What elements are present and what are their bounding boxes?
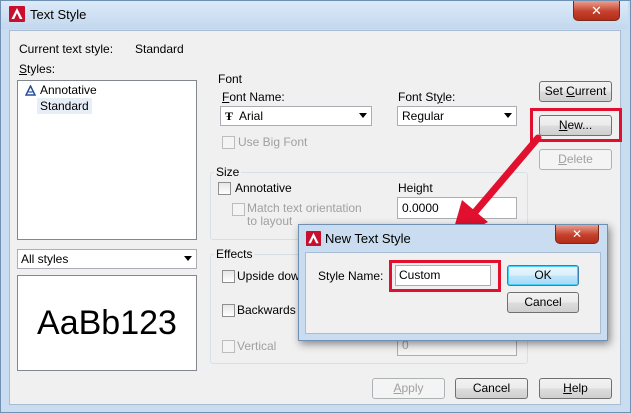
truetype-font-icon: Ŧ bbox=[225, 109, 234, 123]
chevron-down-icon bbox=[184, 256, 192, 261]
style-name-label: Style Name: bbox=[318, 269, 384, 283]
font-style-value: Regular bbox=[402, 109, 445, 123]
match-orientation-checkbox[interactable] bbox=[232, 203, 245, 216]
chevron-down-icon bbox=[359, 113, 367, 118]
window-title: Text Style bbox=[30, 7, 87, 22]
backwards-checkbox[interactable] bbox=[222, 304, 235, 317]
effects-group-title: Effects bbox=[214, 247, 255, 261]
style-preview: AaBb123 bbox=[17, 275, 197, 371]
list-item-selected[interactable]: Standard bbox=[37, 98, 92, 114]
autocad-logo-icon bbox=[306, 231, 321, 246]
help-button[interactable]: Help bbox=[539, 378, 612, 399]
font-style-dropdown[interactable]: Regular bbox=[397, 106, 517, 126]
height-label: Height bbox=[398, 181, 433, 195]
apply-button[interactable]: Apply bbox=[372, 378, 445, 399]
new-text-style-dialog: New Text Style ✕ Style Name: Custom OK C… bbox=[298, 224, 608, 341]
current-style-value: Standard bbox=[135, 42, 184, 56]
ok-button[interactable]: OK bbox=[507, 265, 579, 286]
new-style-cancel-button[interactable]: Cancel bbox=[507, 292, 579, 313]
autocad-logo-icon bbox=[9, 6, 25, 22]
new-style-close-button[interactable]: ✕ bbox=[555, 225, 599, 244]
font-name-dropdown[interactable]: Ŧ Arial bbox=[220, 106, 372, 126]
font-style-label: Font Style: bbox=[398, 90, 456, 104]
new-style-dialog-title: New Text Style bbox=[325, 231, 411, 246]
styles-filter-value: All styles bbox=[21, 252, 69, 266]
size-group-title: Size bbox=[214, 165, 242, 179]
current-style-label: Current text style: bbox=[19, 42, 114, 56]
backwards-label: Backwards bbox=[237, 303, 296, 317]
annotative-checkbox[interactable] bbox=[218, 182, 231, 195]
set-current-button[interactable]: Set Current bbox=[539, 81, 612, 102]
upside-down-label: Upside down bbox=[237, 269, 307, 283]
font-name-label: Font Name: bbox=[222, 90, 285, 104]
styles-label: Styles: bbox=[19, 62, 56, 76]
vertical-label: Vertical bbox=[237, 339, 277, 353]
style-name-input[interactable]: Custom bbox=[395, 265, 491, 286]
upside-down-checkbox[interactable] bbox=[222, 270, 235, 283]
title-bar[interactable] bbox=[1, 1, 628, 29]
font-group-title: Font bbox=[216, 72, 245, 86]
vertical-checkbox[interactable] bbox=[222, 340, 235, 353]
close-button[interactable]: ✕ bbox=[573, 1, 620, 21]
chevron-down-icon bbox=[504, 113, 512, 118]
list-item[interactable]: Annotative bbox=[40, 83, 97, 97]
styles-filter-dropdown[interactable]: All styles bbox=[17, 249, 197, 269]
annotative-icon bbox=[25, 85, 36, 96]
use-big-font-checkbox[interactable] bbox=[222, 136, 235, 149]
font-name-value: Arial bbox=[239, 109, 264, 123]
annotative-label: Annotative bbox=[235, 181, 292, 195]
use-big-font-label: Use Big Font bbox=[238, 135, 308, 149]
cancel-button[interactable]: Cancel bbox=[455, 378, 528, 399]
